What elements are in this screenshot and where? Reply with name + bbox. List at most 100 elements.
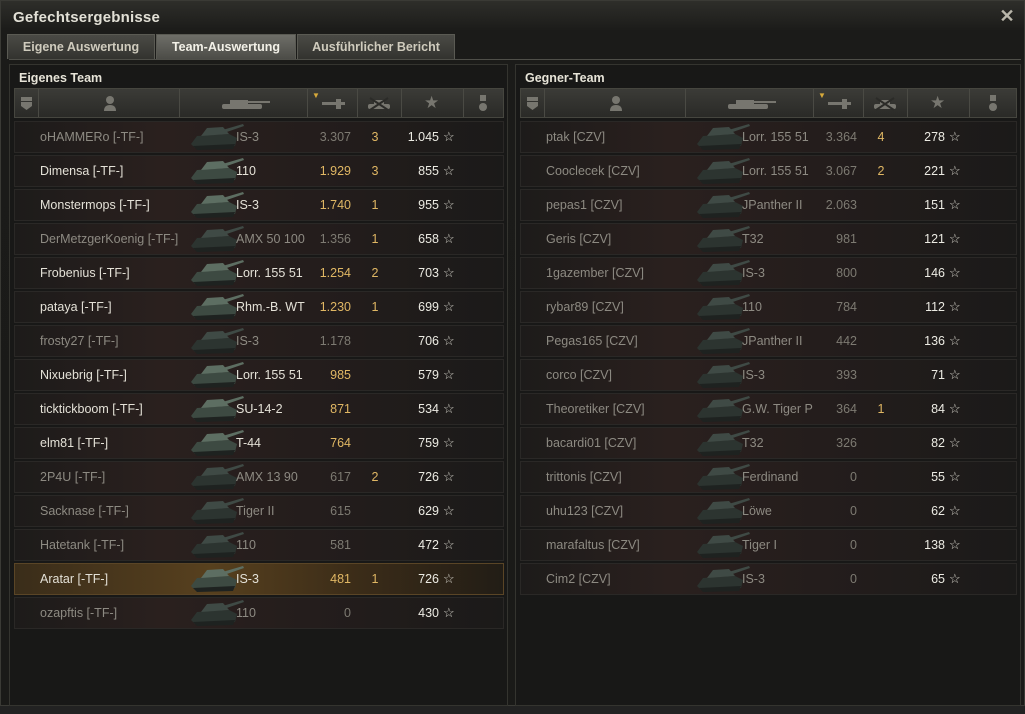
player-name: 2P4U [-TF-] <box>40 470 106 484</box>
sort-arrow-icon: ▼ <box>818 91 826 100</box>
xp-star-icon: ☆ <box>949 231 961 246</box>
tank-name: Lorr. 155 51 <box>742 130 809 144</box>
kills-value: 4 <box>877 130 885 144</box>
player-row[interactable]: rybar89 [CZV] 110 784 112 ☆ <box>520 291 1017 323</box>
xp-value: 138 <box>924 538 945 552</box>
own-team-title: Eigenes Team <box>19 71 103 85</box>
player-column-header[interactable] <box>39 89 180 117</box>
player-column-header[interactable] <box>545 89 686 117</box>
damage-value: 0 <box>850 470 857 484</box>
platoon-column-header[interactable] <box>15 89 39 117</box>
tank-column-header[interactable] <box>686 89 814 117</box>
damage-column-header[interactable]: ▼ <box>308 89 358 117</box>
xp-star-icon: ☆ <box>949 571 961 586</box>
medal-column-header[interactable] <box>464 89 503 117</box>
player-row[interactable]: bacardi01 [CZV] T32 326 82 ☆ <box>520 427 1017 459</box>
kills-value: 2 <box>371 470 379 484</box>
xp-value: 55 <box>931 470 945 484</box>
platoon-column-header[interactable] <box>521 89 545 117</box>
xp-column-header[interactable]: ★ <box>908 89 970 117</box>
xp-star-icon: ☆ <box>443 333 455 348</box>
player-row[interactable]: 1gazember [CZV] IS-3 800 146 ☆ <box>520 257 1017 289</box>
player-row[interactable]: ticktickboom [-TF-] SU-14-2 871 534 ☆ <box>14 393 504 425</box>
close-icon[interactable]: ✕ <box>998 7 1016 25</box>
xp-value: 65 <box>931 572 945 586</box>
player-row[interactable]: Nixuebrig [-TF-] Lorr. 155 51 985 579 ☆ <box>14 359 504 391</box>
xp-value: 221 <box>924 164 945 178</box>
xp-value: 706 <box>418 334 439 348</box>
tank-column-header[interactable] <box>180 89 308 117</box>
player-row[interactable]: elm81 [-TF-] T-44 764 759 ☆ <box>14 427 504 459</box>
player-row[interactable]: uhu123 [CZV] Löwe 0 62 ☆ <box>520 495 1017 527</box>
xp-star-icon: ☆ <box>443 129 455 144</box>
player-row[interactable]: Monstermops [-TF-] IS-3 1.740 1 955 ☆ <box>14 189 504 221</box>
player-row[interactable]: trittonis [CZV] Ferdinand 0 55 ☆ <box>520 461 1017 493</box>
xp-value: 136 <box>924 334 945 348</box>
xp-star-icon: ☆ <box>443 197 455 212</box>
kills-column-header[interactable] <box>864 89 908 117</box>
damage-value: 581 <box>330 538 351 552</box>
player-name: Nixuebrig [-TF-] <box>40 368 127 382</box>
tab-eigene-auswertung[interactable]: Eigene Auswertung <box>7 34 155 59</box>
xp-value: 121 <box>924 232 945 246</box>
tank-name: IS-3 <box>742 368 765 382</box>
player-row[interactable]: DerMetzgerKoenig [-TF-] AMX 50 100 1.356 1 6… <box>14 223 504 255</box>
tab-team-auswertung[interactable]: Team-Auswertung <box>156 34 296 59</box>
damage-value: 784 <box>836 300 857 314</box>
xp-value: 472 <box>418 538 439 552</box>
damage-value: 1.230 <box>319 300 351 314</box>
player-row[interactable]: Cooclecek [CZV] Lorr. 155 51 3.067 2 221 ☆ <box>520 155 1017 187</box>
player-row[interactable]: Hatetank [-TF-] 110 581 472 ☆ <box>14 529 504 561</box>
results-panels: Eigenes Team ▼ ★ oHAMMERo [-TF-] IS-3 3.… <box>9 59 1021 708</box>
player-row[interactable]: Cim2 [CZV] IS-3 0 65 ☆ <box>520 563 1017 595</box>
player-row[interactable]: oHAMMERo [-TF-] IS-3 3.307 3 1.045 ☆ <box>14 121 504 153</box>
xp-star-icon: ☆ <box>443 299 455 314</box>
medal-column-header[interactable] <box>970 89 1016 117</box>
damage-value: 1.740 <box>319 198 351 212</box>
player-row[interactable]: Sacknase [-TF-] Tiger II 615 629 ☆ <box>14 495 504 527</box>
damage-value: 1.356 <box>319 232 351 246</box>
player-row[interactable]: marafaltus [CZV] Tiger I 0 138 ☆ <box>520 529 1017 561</box>
player-row[interactable]: corco [CZV] IS-3 393 71 ☆ <box>520 359 1017 391</box>
player-row[interactable]: Geris [CZV] T32 981 121 ☆ <box>520 223 1017 255</box>
tab-ausfuehrlicher-bericht[interactable]: Ausführlicher Bericht <box>297 34 455 59</box>
xp-star-icon: ☆ <box>949 503 961 518</box>
player-row[interactable]: Theoretiker [CZV] G.W. Tiger P 364 1 84 ☆ <box>520 393 1017 425</box>
xp-value: 759 <box>418 436 439 450</box>
player-row[interactable]: ozapftis [-TF-] 110 0 430 ☆ <box>14 597 504 629</box>
damage-value: 764 <box>330 436 351 450</box>
damage-value: 0 <box>344 606 351 620</box>
kills-value: 1 <box>877 402 885 416</box>
tank-name: AMX 13 90 <box>236 470 298 484</box>
player-name: trittonis [CZV] <box>546 470 622 484</box>
player-row[interactable]: Dimensa [-TF-] 110 1.929 3 855 ☆ <box>14 155 504 187</box>
damage-value: 481 <box>330 572 351 586</box>
player-row[interactable]: pataya [-TF-] Rhm.-B. WT 1.230 1 699 ☆ <box>14 291 504 323</box>
damage-column-header[interactable]: ▼ <box>814 89 864 117</box>
player-row[interactable]: Pegas165 [CZV] JPanther II 442 136 ☆ <box>520 325 1017 357</box>
enemy-team-header: ▼ ★ <box>520 88 1017 118</box>
player-row[interactable]: ptak [CZV] Lorr. 155 51 3.364 4 278 ☆ <box>520 121 1017 153</box>
sort-arrow-icon: ▼ <box>312 91 320 100</box>
player-row[interactable]: Aratar [-TF-] IS-3 481 1 726 ☆ <box>14 563 504 595</box>
damage-value: 615 <box>330 504 351 518</box>
damage-value: 1.929 <box>319 164 351 178</box>
player-name: oHAMMERo [-TF-] <box>40 130 144 144</box>
tank-name: IS-3 <box>236 198 259 212</box>
tank-name: T-44 <box>236 436 262 450</box>
player-row[interactable]: frosty27 [-TF-] IS-3 1.178 706 ☆ <box>14 325 504 357</box>
damage-value: 3.364 <box>825 130 857 144</box>
damage-icon <box>828 99 851 109</box>
xp-star-icon: ☆ <box>443 537 455 552</box>
xp-star-icon: ☆ <box>949 129 961 144</box>
player-row[interactable]: pepas1 [CZV] JPanther II 2.063 151 ☆ <box>520 189 1017 221</box>
player-row[interactable]: Frobenius [-TF-] Lorr. 155 51 1.254 2 703 ☆ <box>14 257 504 289</box>
damage-value: 2.063 <box>825 198 857 212</box>
kills-column-header[interactable] <box>358 89 402 117</box>
player-row[interactable]: 2P4U [-TF-] AMX 13 90 617 2 726 ☆ <box>14 461 504 493</box>
kills-value: 3 <box>371 164 379 178</box>
player-name: Geris [CZV] <box>546 232 612 246</box>
xp-value: 629 <box>418 504 439 518</box>
xp-star-icon: ☆ <box>949 367 961 382</box>
xp-column-header[interactable]: ★ <box>402 89 464 117</box>
